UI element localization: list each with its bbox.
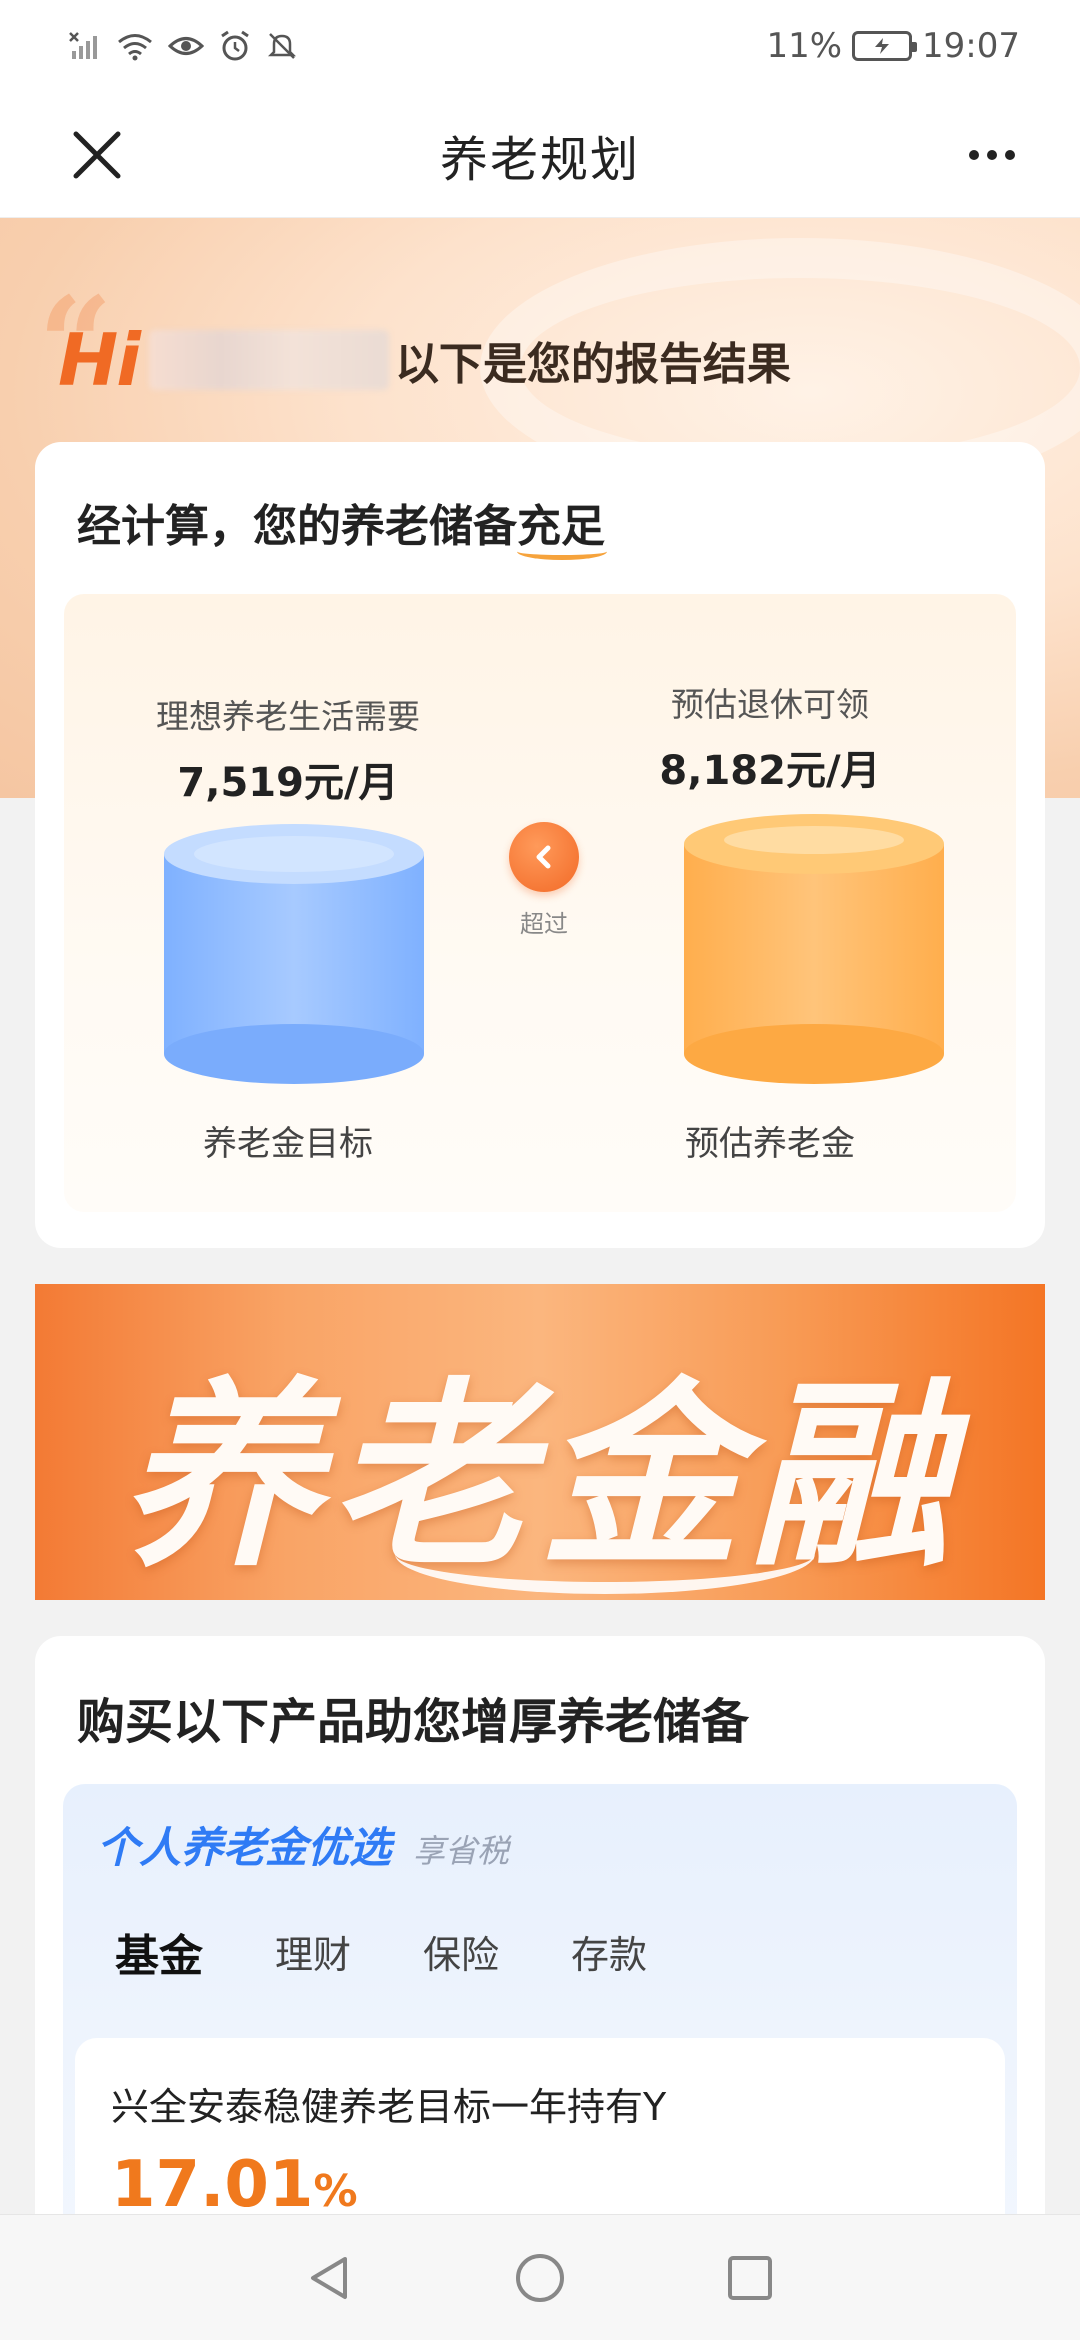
back-icon xyxy=(311,2256,347,2299)
mute-icon xyxy=(266,30,298,62)
clock: 19:07 xyxy=(922,26,1020,66)
greeting-hi: Hi xyxy=(58,318,141,402)
recents-button[interactable] xyxy=(720,2248,780,2308)
tax-saving-tag: 享省税 xyxy=(413,1832,510,1870)
estimate-cylinder xyxy=(684,814,944,1084)
nav-bar: 养老规划 xyxy=(0,92,1080,218)
goal-cylinder xyxy=(164,824,424,1084)
tab-deposit[interactable]: 存款 xyxy=(571,1924,647,1984)
tab-wealth[interactable]: 理财 xyxy=(275,1924,351,1984)
pension-comparison: 理想养老生活需要 7,519元/月 养老金目标 超过 预估退休可领 8,182元… xyxy=(64,594,1016,1212)
close-button[interactable] xyxy=(62,120,132,190)
exceed-label: 超过 xyxy=(520,910,568,938)
alarm-icon xyxy=(218,30,252,62)
recents-icon xyxy=(728,2255,772,2300)
home-button[interactable] xyxy=(510,2248,570,2308)
product-tabs: 基金 理财 保险 存款 xyxy=(115,1924,719,1984)
home-icon xyxy=(516,2253,564,2302)
goal-label: 理想养老生活需要 xyxy=(156,697,420,736)
more-icon xyxy=(969,150,979,160)
result-title-highlight: 充足 xyxy=(517,501,605,552)
more-button[interactable] xyxy=(952,120,1032,190)
banner-swoosh xyxy=(395,1514,815,1594)
exceed-indicator: 超过 xyxy=(504,822,584,939)
close-icon xyxy=(73,131,121,179)
wifi-icon xyxy=(116,31,154,61)
panel-header: 个人养老金优选 享省税 xyxy=(97,1814,509,1875)
status-icons xyxy=(68,30,298,62)
page-title: 养老规划 xyxy=(439,131,640,188)
chevron-left-icon xyxy=(509,822,579,892)
estimate-column: 预估退休可领 8,182元/月 xyxy=(620,594,920,796)
greeting-text: 以下是您的报告结果 xyxy=(394,339,791,390)
back-button[interactable] xyxy=(300,2248,360,2308)
system-nav-bar xyxy=(0,2214,1080,2340)
fund-rate-value: 17.01 xyxy=(111,2148,314,2222)
goal-bottom-label: 养老金目标 xyxy=(203,1124,373,1164)
greeting: Hi 以下是您的报告结果 xyxy=(58,318,791,402)
fund-rate-unit: % xyxy=(313,2166,358,2217)
no-sim-signal-icon xyxy=(68,31,102,61)
status-right: 11% 19:07 xyxy=(766,26,1020,66)
goal-column: 理想养老生活需要 7,519元/月 xyxy=(138,594,438,808)
blurred-username xyxy=(148,330,389,390)
result-title: 经计算，您的养老储备充足 xyxy=(77,490,605,554)
tab-insurance[interactable]: 保险 xyxy=(423,1924,499,1984)
result-title-prefix: 经计算，您的养老储备 xyxy=(77,501,517,552)
eye-icon xyxy=(168,31,204,61)
battery-percent: 11% xyxy=(766,26,843,66)
more-dot xyxy=(1005,150,1015,160)
products-title: 购买以下产品助您增厚养老储备 xyxy=(77,1694,750,1750)
result-card: 经计算，您的养老储备充足 理想养老生活需要 7,519元/月 养老金目标 超过 xyxy=(35,442,1045,1248)
estimate-label: 预估退休可领 xyxy=(671,685,869,724)
pension-finance-banner[interactable]: 养老金融 xyxy=(35,1284,1045,1600)
fund-name: 兴全安泰稳健养老目标一年持有Y xyxy=(111,2085,667,2129)
estimate-value: 8,182元/月 xyxy=(659,748,881,794)
estimate-bottom-label: 预估养老金 xyxy=(685,1124,855,1164)
battery-charging-icon xyxy=(852,31,918,61)
more-dot xyxy=(987,150,997,160)
goal-value: 7,519元/月 xyxy=(177,760,399,806)
tab-fund[interactable]: 基金 xyxy=(115,1920,203,1984)
status-bar: 11% 19:07 xyxy=(0,0,1080,92)
panel-name: 个人养老金优选 xyxy=(97,1823,392,1872)
fund-rate: 17.01% xyxy=(111,2148,358,2222)
